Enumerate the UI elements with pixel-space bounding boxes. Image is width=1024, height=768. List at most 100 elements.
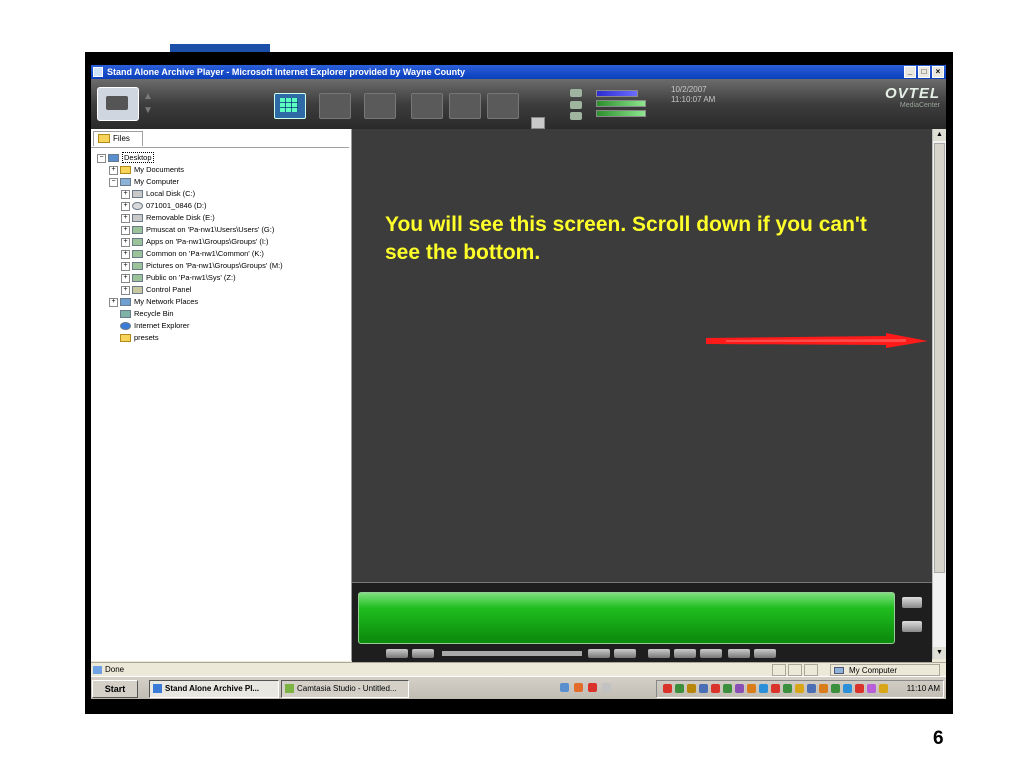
step-back-button[interactable]: [412, 649, 434, 658]
taskbar-item-camtasia[interactable]: Camtasia Studio - Untitled...: [281, 680, 409, 698]
scroll-thumb[interactable]: [934, 143, 945, 573]
tray-icon[interactable]: [663, 684, 672, 693]
tray-icon[interactable]: [807, 684, 816, 693]
folder-icon: [120, 334, 131, 343]
timeline-bar[interactable]: [358, 592, 895, 644]
zoom-out-button[interactable]: [728, 649, 750, 658]
grid-icon: [280, 98, 298, 112]
quick-launch: [556, 681, 626, 695]
tree-node[interactable]: presets: [109, 332, 159, 343]
tree-node[interactable]: + Removable Disk (E:): [121, 212, 215, 223]
volume-slider[interactable]: [596, 90, 638, 97]
tree-node[interactable]: + Apps on 'Pa-nw1\Groups\Groups' (I:): [121, 236, 269, 247]
panel-button-top[interactable]: [902, 597, 922, 608]
monitor-button[interactable]: [411, 93, 443, 119]
close-button[interactable]: ×: [932, 66, 944, 78]
speed-slider[interactable]: [442, 651, 582, 656]
arrow-up-icon[interactable]: ▲: [143, 91, 157, 102]
tree-node[interactable]: + Public on 'Pa-nw1\Sys' (Z:): [121, 272, 236, 283]
tray-icon[interactable]: [843, 684, 852, 693]
maximize-button[interactable]: □: [918, 66, 930, 78]
play-button[interactable]: [588, 649, 610, 658]
app-icon[interactable]: [588, 683, 597, 692]
expand-icon[interactable]: +: [121, 237, 130, 247]
tray-icon[interactable]: [687, 684, 696, 693]
tree-node[interactable]: Internet Explorer: [109, 320, 189, 331]
tray-icon[interactable]: [675, 684, 684, 693]
audio-levels: [566, 88, 656, 124]
tree-node[interactable]: + Pictures on 'Pa-nw1\Groups\Groups' (M:): [121, 260, 283, 271]
scroll-up-icon[interactable]: ▲: [933, 129, 946, 141]
tray-icon[interactable]: [723, 684, 732, 693]
tray-icon[interactable]: [819, 684, 828, 693]
tray-icon[interactable]: [867, 684, 876, 693]
window-title-fragment: [170, 44, 270, 52]
tray-icon[interactable]: [831, 684, 840, 693]
camera-button[interactable]: [97, 87, 139, 121]
expand-icon[interactable]: +: [109, 165, 118, 175]
brightness-slider[interactable]: [596, 100, 646, 107]
expand-icon[interactable]: +: [121, 201, 130, 211]
taskbar-item-label: Camtasia Studio - Untitled...: [297, 684, 397, 693]
tray-icon[interactable]: [795, 684, 804, 693]
single-view-button[interactable]: [319, 93, 351, 119]
collapse-icon[interactable]: −: [97, 153, 106, 163]
tab-files[interactable]: Files: [93, 131, 143, 146]
tray-icon[interactable]: [855, 684, 864, 693]
tree-node[interactable]: + My Documents: [109, 164, 184, 175]
tree-node[interactable]: Recycle Bin: [109, 308, 174, 319]
tree-node[interactable]: − My Computer: [109, 176, 179, 187]
vertical-scrollbar[interactable]: ▲ ▼: [932, 129, 946, 659]
tree-node[interactable]: + Local Disk (C:): [121, 188, 195, 199]
tray-icon[interactable]: [783, 684, 792, 693]
expand-icon[interactable]: +: [121, 261, 130, 271]
expand-icon[interactable]: +: [121, 225, 130, 235]
snapshot-button[interactable]: [364, 93, 396, 119]
expand-icon[interactable]: +: [121, 189, 130, 199]
rewind-button[interactable]: [386, 649, 408, 658]
tray-icon[interactable]: [711, 684, 720, 693]
tray-icon[interactable]: [699, 684, 708, 693]
firefox-icon[interactable]: [574, 683, 583, 692]
start-button[interactable]: Start: [92, 680, 138, 698]
export-button[interactable]: [449, 93, 481, 119]
settings-button[interactable]: [487, 93, 519, 119]
grid-view-button[interactable]: [274, 93, 306, 119]
tree-node[interactable]: − Desktop: [97, 152, 154, 163]
tree-node[interactable]: + Pmuscat on 'Pa-nw1\Users\Users' (G:): [121, 224, 274, 235]
minimize-button[interactable]: _: [904, 66, 916, 78]
minimize-panel-button[interactable]: [531, 117, 545, 129]
tree-node[interactable]: + Control Panel: [121, 284, 191, 295]
tree-node[interactable]: +071001_0846 (D:): [121, 200, 206, 211]
desktop-icon[interactable]: [560, 683, 569, 692]
step-forward-button[interactable]: [674, 649, 696, 658]
tree-node[interactable]: + Common on 'Pa-nw1\Common' (K:): [121, 248, 264, 259]
disk-icon: [132, 214, 143, 223]
contrast-slider[interactable]: [596, 110, 646, 117]
zoom-in-button[interactable]: [754, 649, 776, 658]
tray-icon[interactable]: [747, 684, 756, 693]
expand-icon[interactable]: +: [121, 285, 130, 295]
tree-node-label: Control Panel: [146, 285, 192, 294]
stop-button[interactable]: [648, 649, 670, 658]
panel-button-bottom[interactable]: [902, 621, 922, 632]
scroll-down-icon[interactable]: ▼: [933, 647, 946, 659]
tray-icon[interactable]: [759, 684, 768, 693]
expand-icon[interactable]: +: [121, 213, 130, 223]
expand-icon[interactable]: +: [121, 273, 130, 283]
brand-subtitle: MediaCenter: [899, 102, 940, 109]
tray-icon[interactable]: [879, 684, 888, 693]
tray-icon[interactable]: [771, 684, 780, 693]
fast-forward-button[interactable]: [700, 649, 722, 658]
collapse-icon[interactable]: −: [109, 177, 118, 187]
tree-node-label: Local Disk (C:): [146, 189, 196, 198]
arrow-down-icon[interactable]: ▼: [143, 105, 157, 116]
taskbar-item-archive-player[interactable]: Stand Alone Archive Pl...: [149, 680, 279, 698]
pause-button[interactable]: [614, 649, 636, 658]
tray-icon[interactable]: [735, 684, 744, 693]
tree-node[interactable]: + My Network Places: [109, 296, 198, 307]
expand-icon[interactable]: +: [109, 297, 118, 307]
expand-icon[interactable]: +: [121, 249, 130, 259]
app-icon[interactable]: [602, 683, 611, 692]
brand-logo: OVTEL MediaCenter: [885, 85, 940, 109]
